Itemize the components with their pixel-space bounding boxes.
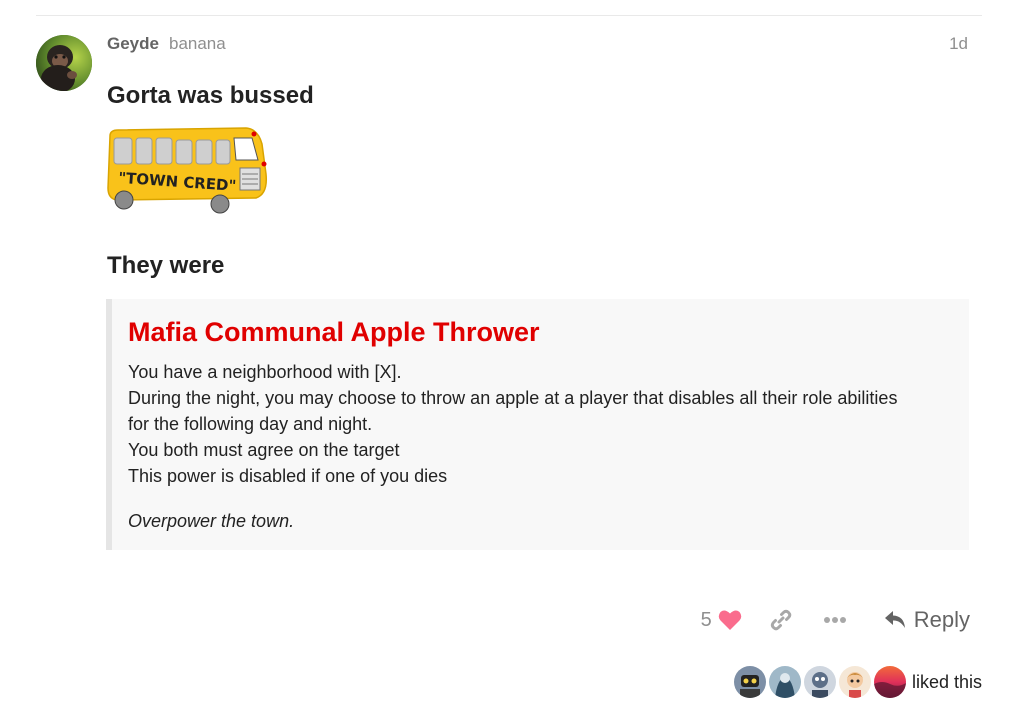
top-divider <box>36 15 982 16</box>
role-line: You both must agree on the target <box>128 440 400 460</box>
role-flavor-text: Overpower the town. <box>128 511 295 531</box>
post-actions: 5 Reply <box>701 602 970 638</box>
role-line: You have a neighborhood with [X]. <box>128 362 402 382</box>
like-count[interactable]: 5 <box>701 609 712 632</box>
reply-label: Reply <box>913 607 970 632</box>
school-bus-drawing: "TOWN CRED" <box>107 127 268 214</box>
reply-arrow-icon <box>884 611 905 628</box>
liker-avatar[interactable] <box>803 666 836 698</box>
ellipsis-icon <box>823 617 846 623</box>
user-avatar[interactable] <box>36 35 92 91</box>
role-card: Mafia Communal Apple Thrower You have a … <box>106 299 969 550</box>
bus-image: "TOWN CRED" <box>106 124 268 214</box>
post-container: Geyde banana 1d Gorta was bussed "TOWN C… <box>0 0 1018 720</box>
liker-avatar[interactable] <box>733 666 766 698</box>
role-line: This power is disabled if one of you die… <box>128 466 448 486</box>
post-heading: Gorta was bussed <box>107 82 314 109</box>
role-line: During the night, you may choose to thro… <box>128 388 898 408</box>
heart-icon <box>718 610 741 630</box>
post-meta: Geyde banana <box>107 34 226 56</box>
copy-link-button[interactable] <box>768 602 794 638</box>
liker-avatar[interactable] <box>768 666 801 698</box>
post-date[interactable]: 1d <box>949 34 968 54</box>
chimp-avatar-image <box>36 35 92 91</box>
like-button[interactable] <box>718 602 742 638</box>
reply-button[interactable]: Reply <box>884 607 970 633</box>
role-line: for the following day and night. <box>128 414 373 434</box>
more-options-button[interactable] <box>822 602 848 638</box>
role-name: Mafia Communal Apple Thrower <box>128 317 540 347</box>
liked-this-label: liked this <box>911 671 982 692</box>
user-title: banana <box>168 34 226 53</box>
likers-row: liked this <box>733 665 982 699</box>
username[interactable]: Geyde <box>107 34 159 54</box>
post-subheading: They were <box>107 252 225 279</box>
liker-avatar[interactable] <box>873 666 906 698</box>
liker-avatar[interactable] <box>838 666 871 698</box>
link-icon <box>770 609 791 631</box>
